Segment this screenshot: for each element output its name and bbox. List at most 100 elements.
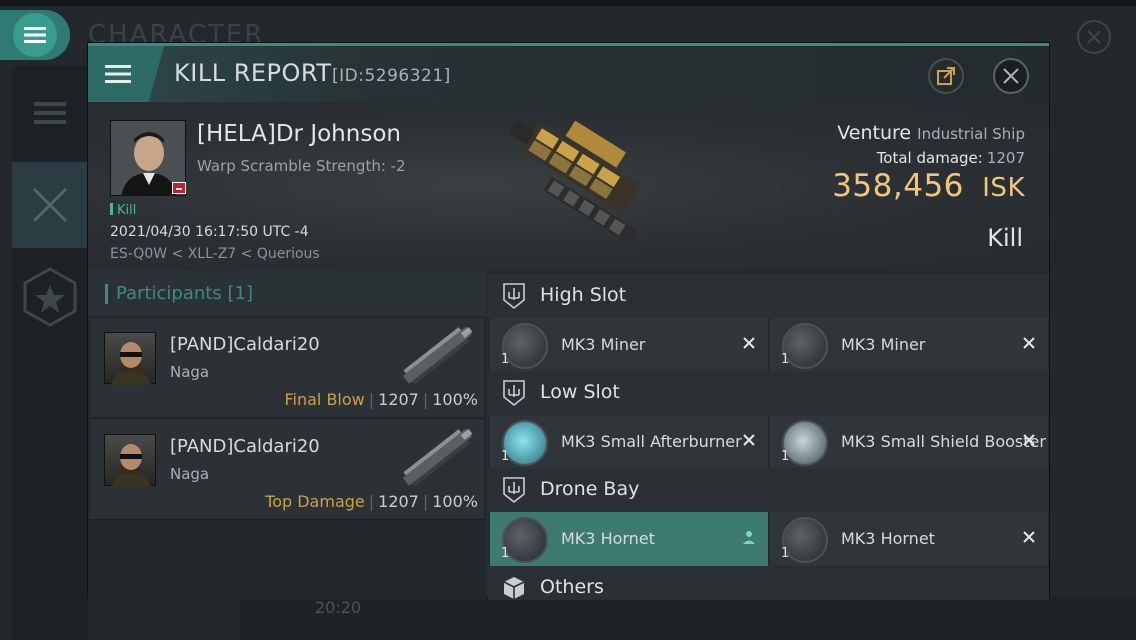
section-high-slot: High Slot — [488, 274, 1049, 318]
module-quantity: 1 — [501, 352, 510, 367]
separator: | — [368, 492, 375, 511]
separator: | — [368, 390, 375, 409]
participants-header: Participants [1] — [88, 270, 486, 316]
module-slot[interactable]: 1 MK3 Small Shield Booster — [770, 415, 1048, 469]
total-damage-value: 1207 — [986, 149, 1025, 167]
close-icon — [1003, 68, 1019, 84]
background-bottom-bar: 20:20 — [240, 596, 1136, 640]
victim-name[interactable]: [HELA]Dr Johnson — [197, 121, 401, 147]
sidebar-combat-button[interactable] — [12, 162, 88, 248]
sidebar-rank-button[interactable] — [12, 254, 88, 340]
destroyed-icon — [1023, 531, 1035, 543]
participants-title: Participants [1] — [116, 283, 253, 304]
drone-bay-icon — [503, 477, 525, 504]
participant-damage: 1207 — [378, 390, 419, 409]
participant-percent: 100% — [432, 390, 478, 409]
module-name: MK3 Miner — [561, 335, 646, 354]
low-slot-icon — [503, 380, 525, 407]
kill-result: Kill — [987, 224, 1023, 252]
victim-header: [HELA]Dr Johnson Warp Scramble Strength:… — [88, 102, 1049, 270]
window-title: KILL REPORT — [174, 59, 332, 87]
final-blow-label: Final Blow — [284, 390, 365, 409]
share-button[interactable] — [928, 58, 964, 94]
ship-image — [508, 119, 641, 244]
list-icon — [34, 102, 66, 124]
kill-tag: Kill — [110, 203, 136, 218]
participant-name: [PAND]Caldari20 — [170, 436, 320, 457]
module-quantity: 1 — [781, 546, 790, 561]
isk-amount: 358,456 — [832, 168, 964, 204]
main-menu-button[interactable] — [0, 10, 70, 60]
section-title: Drone Bay — [540, 478, 640, 500]
participant-row[interactable]: [PAND]Caldari20 Naga Top Damage | 1207 | 100… — [90, 420, 484, 520]
section-title: Low Slot — [540, 381, 620, 403]
module-name: MK3 Hornet — [841, 529, 935, 548]
isk-unit: ISK — [982, 173, 1025, 203]
module-name: MK3 Small Shield Booster — [841, 432, 1046, 451]
section-title: High Slot — [540, 284, 627, 306]
isk-value: 358,456 ISK — [832, 168, 1025, 204]
section-drone-bay: Drone Bay — [488, 468, 1049, 512]
top-damage-label: Top Damage — [265, 492, 365, 511]
destroyed-icon — [1023, 434, 1035, 446]
module-quantity: 1 — [501, 449, 510, 464]
module-slot[interactable]: 1 MK3 Small Afterburner — [490, 415, 768, 469]
participant-avatar[interactable] — [104, 332, 156, 385]
top-strip — [0, 0, 1136, 6]
window-menu-button[interactable] — [88, 46, 164, 102]
module-name: MK3 Small Afterburner — [561, 432, 742, 451]
destroyed-icon — [743, 434, 755, 446]
warp-scramble-strength: Warp Scramble Strength: -2 — [197, 157, 406, 175]
module-quantity: 1 — [501, 546, 510, 561]
section-low-slot: Low Slot — [488, 371, 1049, 415]
participant-name: [PAND]Caldari20 — [170, 334, 320, 355]
participant-ship-image — [402, 326, 473, 385]
background-stat-value: 20:20 — [315, 598, 362, 617]
module-name: MK3 Miner — [841, 335, 926, 354]
dropped-icon — [743, 531, 755, 544]
destroyed-icon — [1023, 337, 1035, 349]
total-damage-label: Total damage: — [876, 149, 983, 167]
module-quantity: 1 — [781, 352, 790, 367]
game-screen: CHARACTER 20:20 KILL REPORT [ID:5296321] — [0, 0, 1136, 640]
module-slot[interactable]: 1 MK3 Miner — [490, 318, 768, 372]
total-damage: Total damage: 1207 — [877, 149, 1025, 167]
background-close-button[interactable] — [1077, 20, 1111, 54]
portrait-image — [111, 342, 151, 385]
kill-tag-label: Kill — [117, 203, 137, 218]
participant-ship-image — [402, 428, 473, 487]
participant-row[interactable]: [PAND]Caldari20 Naga Final Blow | 1207 | 100… — [90, 318, 484, 418]
module-slot[interactable]: 1 MK3 Hornet — [770, 512, 1048, 566]
participant-ship: Naga — [170, 363, 210, 381]
crossed-swords-icon — [32, 187, 68, 223]
fitting-panel: High Slot 1 MK3 Miner 1 MK3 Miner Low Sl… — [488, 270, 1049, 600]
hamburger-icon — [105, 65, 131, 83]
participant-stats: Top Damage | 1207 | 100% — [265, 492, 478, 511]
kill-location[interactable]: ES-Q0W < XLL-Z7 < Querious — [110, 246, 320, 262]
close-icon — [1087, 30, 1101, 44]
participants-label: Participants — [116, 283, 222, 304]
participants-accent-bar — [105, 284, 108, 304]
participant-ship: Naga — [170, 465, 210, 483]
section-title: Others — [540, 576, 604, 598]
kill-datetime: 2021/04/30 16:17:50 UTC -4 — [110, 224, 309, 240]
high-slot-icon — [503, 283, 525, 310]
participant-stats: Final Blow | 1207 | 100% — [284, 390, 478, 409]
participants-count: [1] — [227, 283, 253, 304]
kill-id: [ID:5296321] — [332, 66, 451, 86]
cube-icon — [503, 577, 525, 599]
module-slot[interactable]: 1 MK3 Hornet — [490, 512, 768, 566]
participant-damage: 1207 — [378, 492, 419, 511]
participant-avatar[interactable] — [104, 434, 156, 487]
separator: | — [422, 390, 429, 409]
module-quantity: 1 — [781, 449, 790, 464]
ship-info[interactable]: Venture Industrial Ship — [837, 122, 1025, 144]
portrait-image — [111, 444, 151, 487]
sidebar-menu-button[interactable] — [12, 70, 88, 156]
module-slot[interactable]: 1 MK3 Miner — [770, 318, 1048, 372]
hamburger-icon — [24, 27, 46, 43]
separator: | — [422, 492, 429, 511]
external-link-icon — [937, 67, 955, 85]
close-button[interactable] — [993, 58, 1029, 94]
star-hexagon-icon — [23, 267, 77, 327]
